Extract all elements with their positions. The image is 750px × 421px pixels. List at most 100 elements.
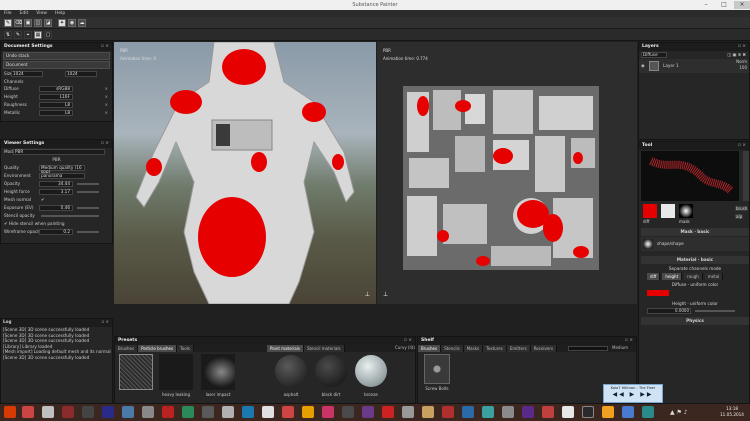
opacity-input[interactable]: 34.44 <box>39 181 73 187</box>
taskbar-app-icon[interactable] <box>362 406 374 418</box>
picker-tool-icon[interactable]: ◪ <box>44 19 52 27</box>
taskbar-photoshop-icon[interactable] <box>102 406 114 418</box>
taskbar-app-icon[interactable] <box>422 406 434 418</box>
brush-settings-icon[interactable]: ✎ <box>14 31 22 39</box>
panel-close-icon[interactable]: ▫ × <box>738 142 746 150</box>
close-button[interactable]: × <box>734 1 750 9</box>
layer-name[interactable]: Layer 1 <box>663 62 679 70</box>
panel-close-icon[interactable]: ▫ × <box>738 43 746 51</box>
taskbar-app-icon[interactable] <box>182 406 194 418</box>
taskbar-app-icon[interactable] <box>382 406 394 418</box>
media-player-widget[interactable]: Kolo7 Hillman - The Fixer ◀◀ ▶ ▶▶ <box>603 384 663 403</box>
clone-tool-icon[interactable]: ◫ <box>34 19 42 27</box>
viewport-2d[interactable]: PBR Animation time: 0.774 ⊥ <box>377 42 637 304</box>
tab-channel-rough[interactable]: rough <box>684 273 703 280</box>
media-controls-icon[interactable]: ◀◀ ▶ ▶▶ <box>604 391 662 398</box>
size-width-select[interactable]: 1024 <box>11 71 43 77</box>
visibility-eye-icon[interactable]: ◉ <box>641 62 645 70</box>
tab-brushes[interactable]: Brushes <box>115 345 139 352</box>
physics-section-header[interactable]: Physics <box>641 317 749 325</box>
taskbar-app-icon[interactable] <box>442 406 454 418</box>
tab-shelf-brushes[interactable]: Brushes <box>418 345 442 352</box>
menu-help[interactable]: Help <box>55 10 65 17</box>
wireframe-slider[interactable] <box>77 231 99 233</box>
layer-add-icons[interactable]: ◫ ▣ ⊕ ✖ <box>727 51 746 59</box>
alpha-button[interactable]: alp <box>735 214 744 219</box>
eraser-tool-icon[interactable]: ⌫ <box>14 19 22 27</box>
material-sphere[interactable] <box>275 355 307 387</box>
tab-shelf-receivers[interactable]: Receivers <box>530 345 558 352</box>
menu-view[interactable]: View <box>36 10 47 17</box>
particle-tool-icon[interactable]: ✦ <box>58 19 66 27</box>
quality-select[interactable]: Medium quality (16 spp) <box>39 165 85 174</box>
start-button-icon[interactable] <box>4 406 16 418</box>
lazy-mouse-icon[interactable]: ⌖ <box>24 31 32 39</box>
paint-brush-tool-icon[interactable]: ✎ <box>4 19 12 27</box>
taskbar-app-icon[interactable] <box>122 406 134 418</box>
material-sphere[interactable] <box>315 355 347 387</box>
diffuse-color-swatch[interactable] <box>643 204 657 218</box>
size-height-select[interactable]: 1024 <box>65 71 97 77</box>
tab-tools[interactable]: Tools <box>177 345 194 352</box>
panel-close-icon[interactable]: ▫ × <box>625 337 633 345</box>
taskbar-app-icon[interactable] <box>342 406 354 418</box>
taskbar-app-icon[interactable] <box>502 406 514 418</box>
tab-channel-height[interactable]: height <box>662 273 683 280</box>
preset-thumb[interactable] <box>201 354 235 390</box>
height-force-slider[interactable] <box>77 191 99 193</box>
system-tray-icons[interactable]: ▲ ⚑ ♪ <box>670 409 688 416</box>
tab-stencil-materials[interactable]: Stencil materials <box>303 345 345 352</box>
taskbar-app-icon[interactable] <box>602 406 614 418</box>
menu-edit[interactable]: Edit <box>20 10 29 17</box>
separate-channels-toggle[interactable]: Separate channels mode <box>641 265 749 272</box>
mesh-normal-checkbox[interactable]: ✔ <box>41 196 45 204</box>
panel-close-icon[interactable]: ▫ × <box>404 337 412 345</box>
diffuse-uniform-header[interactable]: Diffuse · uniform color <box>641 281 749 288</box>
tab-particle-brushes[interactable]: Particle brushes <box>138 345 178 352</box>
tab-paint-materials[interactable]: Paint materials <box>267 345 304 352</box>
taskbar-app-icon[interactable] <box>302 406 314 418</box>
camera-tool-icon[interactable]: ◉ <box>68 19 76 27</box>
taskbar-app-icon[interactable] <box>642 406 654 418</box>
exposure-input[interactable]: 0.46 <box>39 205 73 211</box>
clock[interactable]: 13:18 11.05.2014 <box>716 406 748 418</box>
taskbar-app-icon[interactable] <box>622 406 634 418</box>
height-force-input[interactable]: 3.17 <box>39 189 73 195</box>
panel-close-icon[interactable]: ▫ × <box>101 140 109 148</box>
wireframe-input[interactable]: 0.2 <box>39 229 73 235</box>
taskbar-app-icon[interactable] <box>142 406 154 418</box>
material-section-header[interactable]: Material · basic <box>641 256 749 264</box>
height-uniform-header[interactable]: Height · uniform color <box>641 300 749 307</box>
projection-tool-icon[interactable]: ▣ <box>24 19 32 27</box>
mask-swatch[interactable] <box>661 204 675 218</box>
undo-stack-button[interactable]: Undo stack <box>3 52 110 60</box>
remove-channel-icon[interactable]: × <box>104 109 108 117</box>
maximize-button[interactable]: □ <box>716 1 732 9</box>
layer-channel-select[interactable]: Diffuse <box>641 52 667 58</box>
tab-shelf-textures[interactable]: Textures <box>483 345 507 352</box>
alpha-swatch[interactable] <box>679 204 693 218</box>
taskbar-app-icon[interactable] <box>542 406 554 418</box>
environment-select[interactable]: panorama <box>39 173 85 179</box>
stencil-opacity-slider[interactable] <box>41 215 99 217</box>
height-value-slider[interactable] <box>695 310 735 312</box>
tab-channel-metal[interactable]: metal <box>704 273 724 280</box>
exposure-slider[interactable] <box>77 207 99 209</box>
layer-row[interactable]: ◉ Layer 1 Norm 100 <box>639 59 749 73</box>
channel-format-select[interactable]: L8 <box>39 102 73 108</box>
diffuse-uniform-color[interactable] <box>647 290 669 296</box>
mode-select[interactable]: PBR <box>13 149 105 155</box>
taskbar-app-icon[interactable] <box>222 406 234 418</box>
taskbar-app-icon[interactable] <box>562 406 574 418</box>
tab-shelf-stencils[interactable]: Stencils <box>441 345 464 352</box>
remove-channel-icon[interactable]: × <box>104 85 108 93</box>
shelf-item-thumb[interactable] <box>424 354 450 384</box>
mask-item-row[interactable]: shape/shape <box>641 237 749 251</box>
layer-opacity[interactable]: 100 <box>739 65 747 71</box>
tab-channel-diff[interactable]: diff <box>647 273 661 280</box>
render-tool-icon[interactable]: ☁ <box>78 19 86 27</box>
thumbnail-size-select[interactable]: Medium <box>612 345 628 350</box>
material-sphere[interactable] <box>355 355 387 387</box>
document-button[interactable]: Document <box>3 61 110 69</box>
minimize-button[interactable]: – <box>698 1 714 9</box>
